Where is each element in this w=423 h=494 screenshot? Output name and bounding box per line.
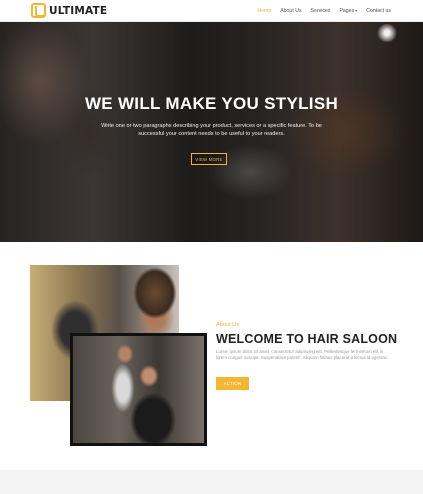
about-kicker: About Us: [216, 322, 240, 328]
nav-item-pages-label: Pages: [339, 7, 355, 14]
brand-name: ULTIMATE: [49, 4, 108, 17]
nav-item-about-us[interactable]: About Us: [280, 8, 301, 14]
nav-item-services[interactable]: Services: [311, 8, 331, 14]
brand-logo[interactable]: ULTIMATE: [31, 3, 107, 18]
action-button[interactable]: ACTION: [216, 377, 249, 390]
view-more-button[interactable]: VIEW MORE: [191, 153, 227, 165]
about-description: Lorem ipsum dolor sit amet, consectetur …: [216, 349, 389, 361]
hero-title: WE WILL MAKE YOU STYLISH: [84, 94, 339, 113]
about-title: WELCOME TO HAIR SALOON: [216, 332, 398, 346]
nav-item-home[interactable]: Home: [257, 8, 271, 14]
next-section-strip: [0, 470, 423, 494]
hero-description: Write one or two paragraphs describing y…: [101, 123, 322, 137]
nav-item-pages[interactable]: Pages▾: [339, 8, 357, 14]
ceiling-lamp-image: [377, 24, 397, 42]
hero-banner: WE WILL MAKE YOU STYLISH Write one or tw…: [0, 22, 423, 242]
chevron-down-icon: ▾: [355, 7, 358, 13]
u-logo-icon: [31, 3, 46, 18]
navbar: ULTIMATE Home About Us Services Pages▾ C…: [0, 0, 423, 22]
barber-shop-photo: [70, 333, 207, 446]
nav-item-contact-us[interactable]: Contact us: [366, 8, 391, 14]
main-nav: Home About Us Services Pages▾ Contact us: [257, 8, 391, 14]
